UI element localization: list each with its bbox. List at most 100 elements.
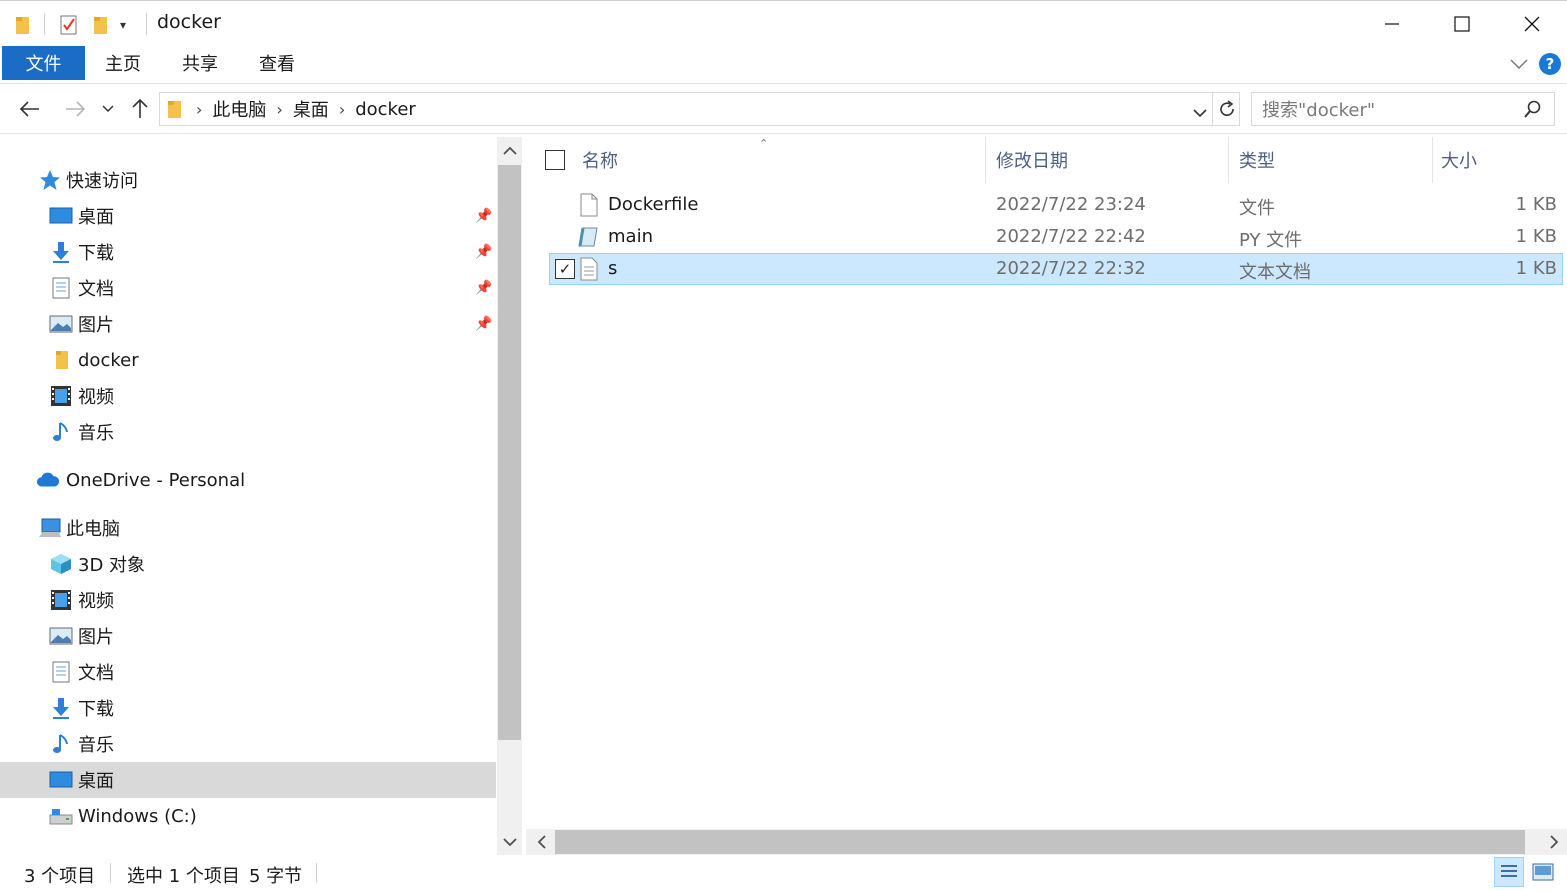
nav-item-music[interactable]: 音乐	[0, 726, 496, 762]
nav-item-desktop[interactable]: 桌面	[0, 762, 496, 798]
nav-item-docker[interactable]: docker	[0, 342, 496, 378]
file-name: s	[608, 258, 618, 279]
nav-label: Windows (C:)	[78, 805, 197, 827]
nav-quick-access[interactable]: 快速访问	[0, 162, 496, 198]
column-header-size[interactable]: 大小	[1441, 137, 1477, 183]
pin-icon[interactable]: 📌	[475, 244, 492, 260]
nav-label: 桌面	[78, 207, 114, 228]
nav-item-drive-c[interactable]: Windows (C:)	[0, 798, 496, 834]
nav-label: 文档	[78, 279, 114, 300]
scroll-left-icon[interactable]	[528, 829, 554, 855]
nav-item-3d-objects[interactable]: 3D 对象	[0, 546, 496, 582]
nav-item-documents[interactable]: 文档	[0, 654, 496, 690]
new-folder-icon[interactable]	[92, 11, 110, 39]
ribbon: 文件 主页 共享 查看 ?	[0, 46, 1567, 84]
column-header-name[interactable]: 名称	[582, 137, 618, 183]
tab-view[interactable]: 查看	[247, 46, 307, 80]
minimize-button[interactable]	[1357, 1, 1427, 47]
maximize-button[interactable]	[1427, 1, 1497, 47]
nav-item-downloads[interactable]: 下载 📌	[0, 234, 496, 270]
help-button[interactable]: ?	[1539, 53, 1561, 75]
nav-scrollbar[interactable]	[497, 137, 522, 855]
nav-item-videos[interactable]: 视频	[0, 378, 496, 414]
address-bar[interactable]: › 此电脑 › 桌面 › docker	[159, 92, 1240, 126]
nav-label: 音乐	[78, 423, 114, 444]
nav-item-documents[interactable]: 文档 📌	[0, 270, 496, 306]
star-icon	[38, 169, 62, 191]
scroll-down-icon[interactable]	[497, 829, 522, 855]
breadcrumb-this-pc[interactable]: 此电脑	[212, 96, 266, 122]
sort-ascending-icon: ⌃	[759, 137, 769, 150]
pin-icon[interactable]: 📌	[475, 280, 492, 296]
nav-item-downloads[interactable]: 下载	[0, 690, 496, 726]
breadcrumb-desktop[interactable]: 桌面	[293, 96, 329, 122]
properties-icon[interactable]	[58, 11, 80, 39]
pin-icon[interactable]: 📌	[475, 208, 492, 224]
file-row[interactable]: Dockerfile 2022/7/22 23:24 文件 1 KB	[549, 189, 1563, 221]
customize-toolbar-chevron-icon[interactable]: ▾	[120, 11, 126, 39]
nav-item-pictures[interactable]: 图片 📌	[0, 306, 496, 342]
list-horizontal-scrollbar[interactable]	[526, 829, 1567, 855]
document-icon	[49, 661, 73, 683]
tab-home[interactable]: 主页	[94, 46, 152, 80]
breadcrumb-chevron-icon[interactable]: ›	[339, 100, 345, 119]
file-type: 文本文档	[1239, 262, 1311, 283]
select-all-checkbox[interactable]	[545, 150, 565, 170]
refresh-icon[interactable]	[1212, 92, 1240, 126]
scroll-up-icon[interactable]	[497, 137, 522, 163]
video-icon	[49, 589, 73, 611]
file-row-selected[interactable]: ✓ s 2022/7/22 22:32 文本文档 1 KB	[549, 253, 1563, 285]
file-date: 2022/7/22 22:42	[996, 226, 1146, 247]
pictures-icon	[49, 313, 73, 335]
scroll-thumb[interactable]	[555, 830, 1525, 854]
large-icons-view-icon[interactable]	[1528, 857, 1558, 887]
file-date: 2022/7/22 22:32	[996, 258, 1146, 279]
status-selection: 选中 1 个项目	[127, 866, 240, 887]
tab-file[interactable]: 文件	[2, 46, 85, 80]
back-button[interactable]	[15, 94, 45, 124]
file-size: 1 KB	[1515, 226, 1557, 247]
nav-this-pc[interactable]: 此电脑	[0, 510, 496, 546]
close-button[interactable]	[1497, 1, 1567, 47]
breadcrumb-chevron-icon[interactable]: ›	[196, 100, 202, 119]
address-dropdown-chevron-icon[interactable]	[1193, 102, 1207, 123]
nav-item-videos[interactable]: 视频	[0, 582, 496, 618]
breadcrumb-chevron-icon[interactable]: ›	[276, 100, 282, 119]
search-icon[interactable]	[1524, 100, 1542, 123]
tab-share[interactable]: 共享	[170, 46, 230, 80]
computer-icon	[38, 517, 62, 539]
up-button[interactable]	[125, 94, 155, 124]
nav-label: 下载	[78, 699, 114, 720]
forward-button[interactable]	[60, 94, 90, 124]
blank-file-icon	[580, 193, 598, 222]
column-header-date[interactable]: 修改日期	[996, 137, 1068, 183]
file-row[interactable]: main 2022/7/22 22:42 PY 文件 1 KB	[549, 221, 1563, 253]
music-icon	[49, 733, 73, 755]
details-view-icon[interactable]	[1494, 857, 1524, 887]
pictures-icon	[49, 625, 73, 647]
row-checkbox[interactable]: ✓	[555, 259, 575, 279]
nav-label: 视频	[78, 591, 114, 612]
drive-icon	[49, 805, 73, 827]
breadcrumb-docker[interactable]: docker	[355, 99, 416, 120]
nav-item-pictures[interactable]: 图片	[0, 618, 496, 654]
status-item-count: 3 个项目	[24, 866, 96, 887]
python-file-icon	[577, 226, 601, 253]
expand-ribbon-chevron-icon[interactable]	[1508, 53, 1530, 75]
recent-locations-chevron-icon[interactable]	[95, 94, 121, 124]
pin-icon[interactable]: 📌	[475, 316, 492, 332]
scroll-right-icon[interactable]	[1541, 829, 1567, 855]
file-size: 1 KB	[1515, 258, 1557, 279]
column-header-type[interactable]: 类型	[1239, 137, 1275, 183]
nav-item-desktop[interactable]: 桌面 📌	[0, 198, 496, 234]
nav-item-music[interactable]: 音乐	[0, 414, 496, 450]
folder-icon	[166, 98, 184, 120]
scroll-thumb[interactable]	[498, 165, 521, 740]
folder-icon	[14, 11, 32, 39]
search-input[interactable]: 搜索"docker"	[1251, 92, 1555, 126]
nav-onedrive[interactable]: OneDrive - Personal	[0, 462, 496, 498]
address-row: › 此电脑 › 桌面 › docker 搜索"docker"	[0, 84, 1567, 134]
status-bar: 3 个项目 选中 1 个项目 5 字节	[0, 855, 1567, 891]
file-size: 1 KB	[1515, 194, 1557, 215]
nav-label: 此电脑	[66, 519, 120, 540]
